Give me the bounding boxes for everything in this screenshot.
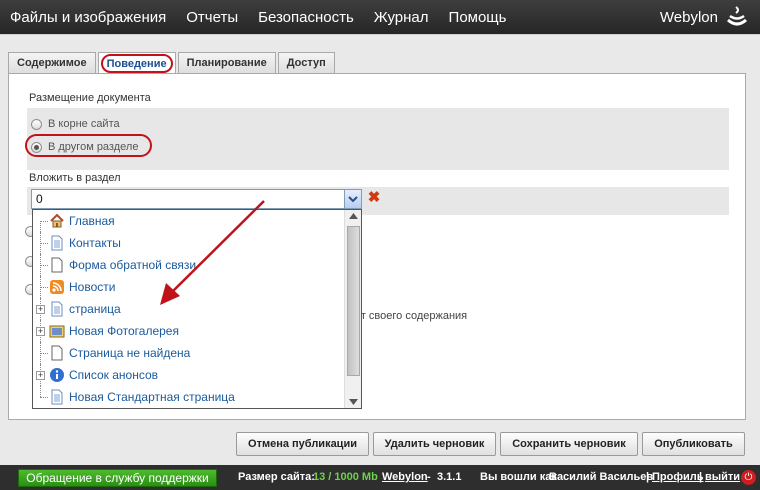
tree-item-label: Главная (69, 214, 115, 228)
scroll-up-icon[interactable] (349, 213, 358, 219)
section-tree-dropdown: Главная Контакты Форма обратной связи Но… (32, 209, 362, 409)
tree-item-not-found[interactable]: Страница не найдена (33, 342, 351, 364)
footer: Обращение в службу поддержки Размер сайт… (0, 465, 760, 490)
power-icon[interactable]: ⏻ (741, 470, 756, 485)
tab-behavior[interactable]: Поведение (97, 52, 176, 74)
page-icon (51, 301, 63, 317)
tab-planning[interactable]: Планирование (177, 52, 276, 73)
support-button[interactable]: Обращение в службу поддержки (18, 469, 217, 487)
parent-section-select[interactable]: 0 (31, 189, 362, 209)
obscured-option-text: нет своего содержания (349, 310, 468, 322)
product-link[interactable]: Webylon (382, 471, 428, 483)
dropdown-scrollbar[interactable] (344, 210, 361, 408)
tree-item-standard-page[interactable]: Новая Стандартная страница (33, 386, 351, 408)
scroll-down-icon[interactable] (349, 399, 358, 405)
publish-button[interactable]: Опубликовать (642, 432, 745, 456)
expand-icon[interactable]: + (36, 371, 45, 380)
tree-item-label: Новая Стандартная страница (69, 390, 235, 404)
version-label: 3.1.1 (437, 471, 462, 483)
tab-planning-label: Планирование (186, 57, 267, 69)
page-icon (51, 389, 63, 405)
home-icon (50, 213, 64, 228)
parent-label: Вложить в раздел (29, 172, 121, 184)
blank-page-icon (51, 345, 63, 361)
page-icon (51, 235, 63, 251)
expand-icon[interactable]: + (36, 305, 45, 314)
placement-label: Размещение документа (29, 92, 151, 104)
rss-icon (50, 280, 64, 294)
nav-journal[interactable]: Журнал (374, 9, 429, 26)
tree-item-label: Страница не найдена (69, 346, 191, 360)
nav-reports[interactable]: Отчеты (186, 9, 238, 26)
tree-item-label: Новости (69, 280, 116, 294)
radio-root-label: В корне сайта (48, 118, 120, 130)
expand-icon[interactable]: + (36, 327, 45, 336)
tree-item-label: Контакты (69, 236, 121, 250)
tree-item-contacts[interactable]: Контакты (33, 232, 351, 254)
logged-in-label: Вы вошли как (480, 471, 557, 483)
nav-security[interactable]: Безопасность (258, 9, 354, 26)
clear-selection-icon[interactable]: ✖ (366, 190, 382, 206)
tree-item-label: страница (69, 302, 121, 316)
dropdown-toggle[interactable] (344, 190, 361, 208)
tree-item-gallery[interactable]: + Новая Фотогалерея (33, 320, 351, 342)
tab-access-label: Доступ (286, 57, 326, 69)
tree-item-label: Форма обратной связи (69, 258, 197, 272)
brand: Webylon (660, 3, 750, 31)
tree-item-page[interactable]: + страница (33, 298, 351, 320)
brand-name: Webylon (659, 8, 718, 26)
top-navigation: Файлы и изображения Отчеты Безопасность … (0, 0, 760, 34)
site-size-value: 13 / 1000 Mb (313, 471, 378, 483)
blank-page-icon (51, 257, 63, 273)
tree-item-news[interactable]: Новости (33, 276, 351, 298)
tab-content[interactable]: Содержимое (8, 52, 96, 73)
nav-help[interactable]: Помощь (449, 9, 507, 26)
highlight-circle (100, 54, 173, 73)
version-separator: - (427, 471, 431, 483)
tree-item-label: Новая Фотогалерея (69, 324, 179, 338)
tab-content-label: Содержимое (17, 57, 87, 69)
save-draft-button[interactable]: Сохранить черновик (500, 432, 638, 456)
footer-separator: | (646, 471, 650, 483)
tree-item-label: Список анонсов (69, 368, 159, 382)
info-icon (50, 368, 64, 382)
radio-root[interactable] (31, 118, 42, 130)
delete-draft-button[interactable]: Удалить черновик (373, 432, 496, 456)
unpublish-button[interactable]: Отмена публикации (236, 432, 369, 456)
tab-access[interactable]: Доступ (277, 52, 335, 73)
tab-bar: Содержимое Поведение Планирование Доступ (8, 52, 337, 74)
webylon-logo-icon (727, 6, 747, 26)
profile-link[interactable]: Профиль (652, 471, 703, 483)
logout-link[interactable]: выйти (705, 471, 740, 483)
footer-separator: | (699, 471, 703, 483)
tree-item-announcements[interactable]: + Список анонсов (33, 364, 351, 386)
nav-files-images[interactable]: Файлы и изображения (10, 9, 166, 26)
gallery-icon (49, 325, 65, 338)
tree-item-feedback-form[interactable]: Форма обратной связи (33, 254, 351, 276)
tree-connector (33, 210, 49, 232)
highlight-oval (25, 134, 152, 157)
parent-select-value: 0 (36, 192, 43, 206)
tree-item-home[interactable]: Главная (33, 210, 351, 232)
chevron-down-icon (348, 196, 358, 203)
radio-root-row[interactable]: В корне сайта (31, 118, 120, 130)
user-name: Василий Васильев (549, 471, 654, 483)
site-size-label: Размер сайта: (238, 471, 315, 483)
scroll-thumb[interactable] (347, 226, 360, 376)
